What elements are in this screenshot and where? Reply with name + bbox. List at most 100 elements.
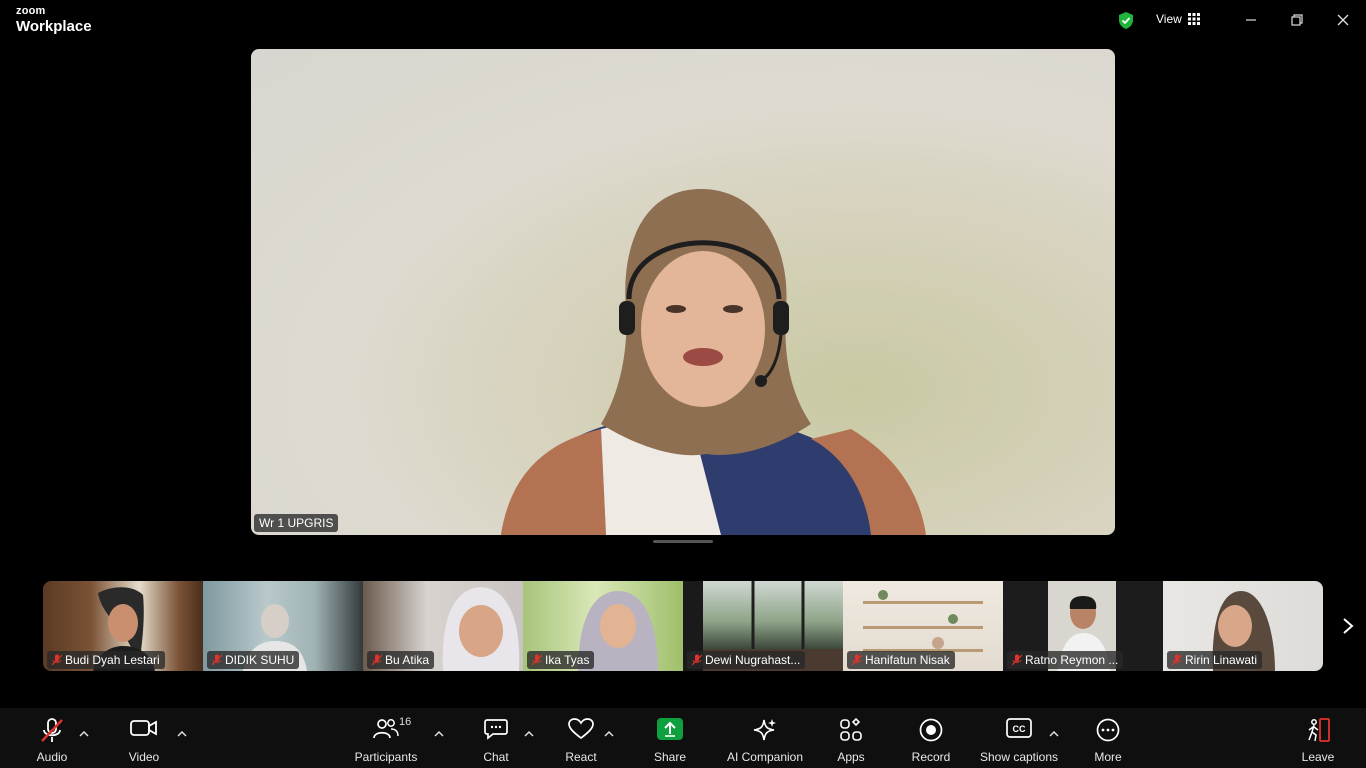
view-button[interactable]: View [1156,12,1200,26]
participants-icon [373,719,399,739]
audio-button[interactable]: Audio [30,708,74,768]
leave-icon-wrap [1305,718,1331,750]
sparkle-icon [753,719,776,741]
record-button[interactable]: Record [910,708,952,768]
participant-name: Bu Atika [385,653,430,667]
svg-text:CC: CC [1013,724,1026,734]
participant-name: Ratno Reymon ... [1025,653,1119,667]
muted-mic-icon [692,654,702,666]
chevron-up-icon [604,731,614,737]
chat-button[interactable]: Chat [478,708,514,768]
title-bar: zoom Workplace View [0,0,1366,42]
more-label: More [1094,750,1122,764]
participant-name: Dewi Nugrahast... [705,653,801,667]
chevron-up-icon [524,731,534,737]
participant-name-tag: DIDIK SUHU [207,651,300,669]
active-speaker-name: Wr 1 UPGRIS [254,514,339,532]
participant-name: DIDIK SUHU [225,653,295,667]
participant-strip: Budi Dyah Lestari DIDIK SUHU Bu Atika Ik… [43,581,1323,671]
show-captions-label: Show captions [979,750,1059,764]
minimize-icon [1246,19,1256,21]
video-icon-wrap [130,718,158,750]
participants-icon-wrap: 16 [373,716,411,750]
speaker-video-figure [501,189,926,535]
participant-name-tag: Hanifatun Nisak [847,651,955,669]
record-icon-wrap [919,718,943,750]
participant-tile[interactable]: Hanifatun Nisak [843,581,1003,671]
resize-handle[interactable] [653,540,713,543]
participant-name: Ririn Linawati [1185,653,1258,667]
participant-name-tag: Ratno Reymon ... [1007,651,1124,669]
view-label: View [1156,12,1182,26]
participants-options-caret[interactable] [433,728,445,740]
chat-options-caret[interactable] [523,728,535,740]
participants-label: Participants [354,750,418,764]
participant-tile[interactable]: Ratno Reymon ... [1003,581,1163,671]
share-button[interactable]: Share [652,708,688,768]
captions-icon-wrap: CC [1006,718,1032,750]
leave-meeting-icon [1308,718,1330,742]
leave-label: Leave [1301,750,1335,764]
participant-tile[interactable]: Bu Atika [363,581,523,671]
restore-icon [1291,14,1303,26]
heart-icon [568,718,594,740]
restore-button[interactable] [1284,10,1310,30]
muted-mic-icon [532,654,542,666]
apps-icon [840,718,862,741]
muted-mic-icon [52,654,62,666]
share-label: Share [653,750,687,764]
active-speaker-video[interactable]: Wr 1 UPGRIS [251,49,1115,535]
muted-mic-icon [212,654,222,666]
participant-name-tag: Bu Atika [367,651,435,669]
participant-tile[interactable]: Ika Tyas [523,581,683,671]
participant-tile[interactable]: Budi Dyah Lestari [43,581,203,671]
strip-next-page-button[interactable] [1336,612,1360,640]
record-icon [919,718,943,742]
meeting-toolbar: Audio Video 16 Participants Chat React S… [0,708,1366,768]
participant-tile[interactable]: Dewi Nugrahast... [683,581,843,671]
minimize-button[interactable] [1238,10,1264,30]
participant-name-tag: Ririn Linawati [1167,651,1263,669]
muted-mic-icon [1012,654,1022,666]
apps-label: Apps [837,750,865,764]
chevron-right-icon [1343,618,1354,634]
chevron-up-icon [79,731,89,737]
captions-options-caret[interactable] [1048,728,1060,740]
ai-companion-button[interactable]: AI Companion [725,708,805,768]
apps-button[interactable]: Apps [836,708,866,768]
grid-view-icon [1187,13,1200,25]
video-button[interactable]: Video [122,708,166,768]
chat-label: Chat [483,750,509,764]
react-button[interactable]: React [562,708,600,768]
video-camera-icon [130,720,157,736]
security-shield-icon[interactable] [1117,11,1135,30]
react-options-caret[interactable] [603,728,615,740]
audio-label: Audio [36,750,68,764]
chevron-up-icon [1049,731,1059,737]
participants-count: 16 [399,716,412,728]
close-icon [1337,14,1349,26]
close-button[interactable] [1330,10,1356,30]
ai-companion-icon-wrap [752,718,778,750]
leave-button[interactable]: Leave [1300,708,1336,768]
muted-mic-icon [1172,654,1182,666]
participant-tile[interactable]: Ririn Linawati [1163,581,1323,671]
app-logo: zoom Workplace [16,6,92,35]
participant-name: Budi Dyah Lestari [65,653,160,667]
participant-name-tag: Budi Dyah Lestari [47,651,165,669]
more-button[interactable]: More [1092,708,1124,768]
apps-icon-wrap [839,718,863,750]
muted-mic-icon [852,654,862,666]
participant-tile[interactable]: DIDIK SUHU [203,581,363,671]
video-options-caret[interactable] [176,728,188,740]
brand-name: Workplace [16,18,92,35]
chat-icon-wrap [484,718,508,750]
more-icon-wrap [1096,718,1120,750]
react-label: React [565,750,597,764]
participants-button[interactable]: 16 Participants [352,708,420,768]
participant-name: Ika Tyas [545,653,590,667]
participant-name: Hanifatun Nisak [865,653,950,667]
audio-options-caret[interactable] [78,728,90,740]
participant-name-tag: Dewi Nugrahast... [687,651,806,669]
share-icon-wrap [657,718,683,750]
